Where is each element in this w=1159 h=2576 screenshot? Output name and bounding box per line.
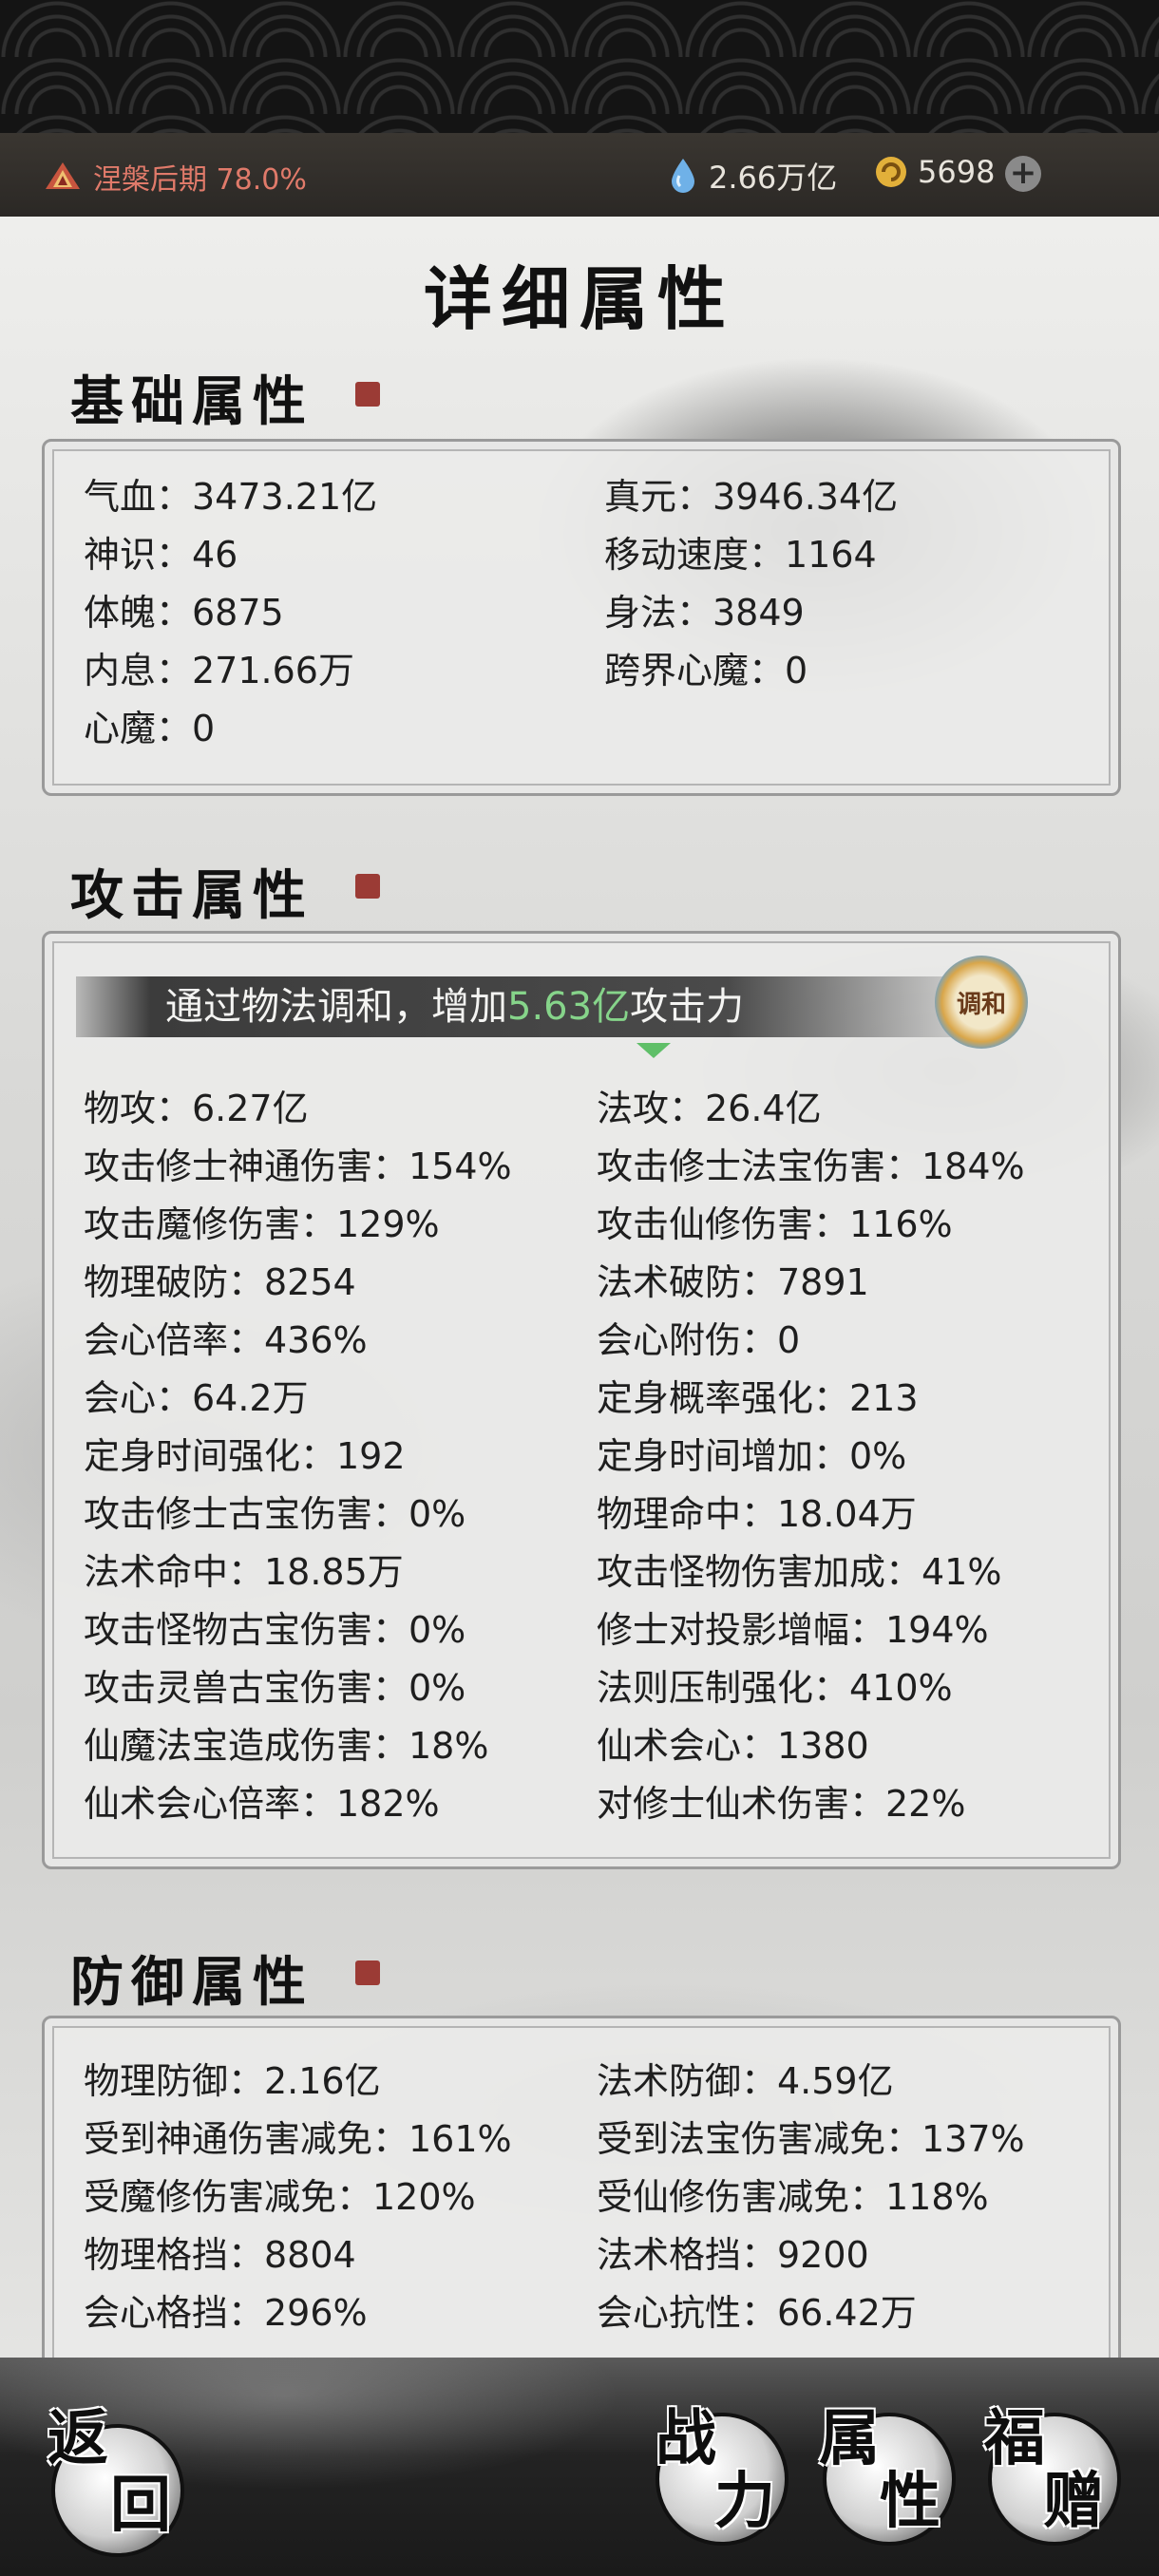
seal-icon bbox=[355, 382, 380, 407]
defense-attr-left: 物理格挡：8804 bbox=[84, 2234, 356, 2276]
basic-attr-left: 气血：3473.21亿 bbox=[84, 476, 378, 518]
attack-attr-left: 会心：64.2万 bbox=[84, 1377, 309, 1419]
attack-attr-right: 仙术会心：1380 bbox=[597, 1725, 869, 1767]
top-decoration bbox=[0, 0, 1159, 133]
harmony-badge-button[interactable]: 调和 bbox=[935, 956, 1028, 1049]
page-title: 详细属性 bbox=[423, 258, 735, 339]
attack-attrs-title: 攻击属性 bbox=[70, 864, 314, 927]
basic-attrs-title: 基础属性 bbox=[70, 370, 314, 433]
basic-attr-right: 移动速度：1164 bbox=[604, 534, 877, 576]
status-bar: 涅槃后期 78.0% 2.66万亿 5698 bbox=[0, 133, 1159, 218]
banner-highlight: 5.63亿 bbox=[507, 985, 631, 1029]
defense-attr-right: 法术防御：4.59亿 bbox=[597, 2060, 894, 2102]
attack-attr-right: 法则压制强化：410% bbox=[597, 1667, 953, 1709]
banner-suffix: 攻击力 bbox=[630, 985, 745, 1029]
attack-attr-left: 定身时间强化：192 bbox=[84, 1435, 406, 1477]
basic-attr-left: 心魔：0 bbox=[84, 708, 216, 749]
gift-label-2: 赠 bbox=[1043, 2466, 1104, 2537]
attack-attr-left: 攻击修士神通伤害：154% bbox=[84, 1146, 512, 1187]
gold-amount: 5698 bbox=[918, 154, 996, 190]
attack-attr-right: 会心附伤：0 bbox=[597, 1319, 801, 1361]
basic-attr-right: 身法：3849 bbox=[604, 592, 805, 634]
attack-attr-left: 攻击魔修伤害：129% bbox=[84, 1203, 440, 1245]
attack-attr-left: 会心倍率：436% bbox=[84, 1319, 368, 1361]
defense-attr-left: 受到神通伤害减免：161% bbox=[84, 2118, 512, 2160]
power-label-1: 战 bbox=[656, 2403, 716, 2474]
attack-attr-right: 定身概率强化：213 bbox=[597, 1377, 919, 1419]
gold-coin-icon bbox=[876, 157, 906, 187]
power-label-2: 力 bbox=[714, 2466, 775, 2537]
realm-indicator[interactable]: 涅槃后期 78.0% bbox=[42, 156, 307, 198]
attack-attr-right: 攻击怪物伤害加成：41% bbox=[597, 1551, 1002, 1593]
attack-attr-left: 法术命中：18.85万 bbox=[84, 1551, 404, 1593]
defense-attr-left: 会心格挡：296% bbox=[84, 2292, 368, 2334]
attack-attr-right: 攻击仙修伤害：116% bbox=[597, 1203, 953, 1245]
attack-attr-right: 对修士仙术伤害：22% bbox=[597, 1783, 966, 1825]
attack-attr-right: 法术破防：7891 bbox=[597, 1261, 869, 1303]
add-currency-button[interactable]: + bbox=[1005, 156, 1041, 192]
harmony-badge-label: 调和 bbox=[956, 990, 1006, 1019]
spirit-stone-currency: 2.66万亿 bbox=[669, 154, 837, 198]
seal-icon bbox=[355, 1960, 380, 1985]
attributes-label-2: 性 bbox=[880, 2466, 940, 2537]
gift-label-1: 福 bbox=[984, 2403, 1045, 2474]
attack-attr-right: 攻击修士法宝伤害：184% bbox=[597, 1146, 1025, 1187]
attack-attr-right: 定身时间增加：0% bbox=[597, 1435, 907, 1477]
basic-attr-left: 内息：271.66万 bbox=[84, 650, 354, 691]
attack-attr-left: 攻击修士古宝伤害：0% bbox=[84, 1493, 466, 1535]
defense-attrs-title: 防御属性 bbox=[70, 1951, 314, 2014]
attack-attr-left: 仙魔法宝造成伤害：18% bbox=[84, 1725, 489, 1767]
defense-attr-right: 会心抗性：66.42万 bbox=[597, 2292, 917, 2334]
realm-icon bbox=[46, 162, 80, 189]
attributes-label-1: 属 bbox=[819, 2403, 880, 2474]
banner-prefix: 通过物法调和，增加 bbox=[165, 985, 507, 1029]
gold-currency: 5698 bbox=[874, 154, 995, 190]
basic-attr-right: 真元：3946.34亿 bbox=[604, 476, 899, 518]
harmony-banner[interactable]: 通过物法调和，增加5.63亿攻击力 bbox=[76, 976, 1007, 1037]
basic-attr-left: 体魄：6875 bbox=[84, 592, 284, 634]
defense-attr-left: 物理防御：2.16亿 bbox=[84, 2060, 381, 2102]
attack-attr-right: 修士对投影增幅：194% bbox=[597, 1609, 989, 1651]
attack-attr-right: 法攻：26.4亿 bbox=[597, 1088, 822, 1129]
back-label-2: 回 bbox=[110, 2470, 171, 2541]
attack-attr-left: 物攻：6.27亿 bbox=[84, 1088, 309, 1129]
realm-label: 涅槃后期 78.0% bbox=[93, 163, 307, 197]
defense-attr-right: 法术格挡：9200 bbox=[597, 2234, 869, 2276]
attack-attr-left: 物理破防：8254 bbox=[84, 1261, 356, 1303]
expand-arrow-icon[interactable] bbox=[636, 1043, 671, 1058]
back-label-1: 返 bbox=[48, 2403, 108, 2474]
basic-attr-right: 跨界心魔：0 bbox=[604, 650, 808, 691]
water-drop-icon bbox=[672, 159, 694, 193]
seal-icon bbox=[355, 874, 380, 899]
defense-attr-right: 受到法宝伤害减免：137% bbox=[597, 2118, 1025, 2160]
attack-attr-left: 攻击灵兽古宝伤害：0% bbox=[84, 1667, 466, 1709]
defense-attr-left: 受魔修伤害减免：120% bbox=[84, 2176, 476, 2218]
basic-attr-left: 神识：46 bbox=[84, 534, 238, 576]
attack-attr-right: 物理命中：18.04万 bbox=[597, 1493, 917, 1535]
defense-attr-right: 受仙修伤害减免：118% bbox=[597, 2176, 989, 2218]
attack-attr-left: 攻击怪物古宝伤害：0% bbox=[84, 1609, 466, 1651]
spirit-stone-amount: 2.66万亿 bbox=[709, 160, 838, 196]
bottom-nav: 返 回 战 力 属 性 福 赠 bbox=[0, 2358, 1159, 2576]
attack-attr-left: 仙术会心倍率：182% bbox=[84, 1783, 440, 1825]
